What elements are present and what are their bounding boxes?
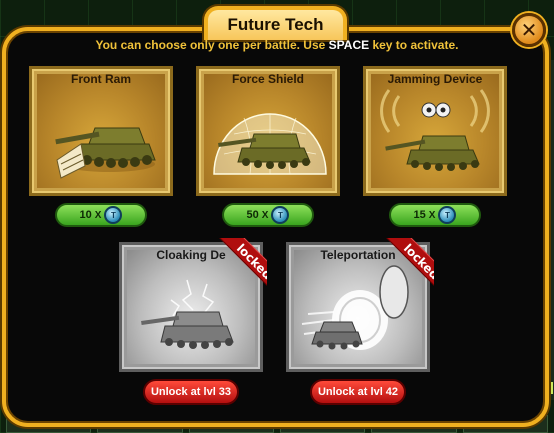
unlock-button[interactable]: Unlock at lvl 33 [143, 379, 239, 405]
instructions-suffix: key to activate. [369, 38, 459, 52]
locked-ribbon: locked [205, 238, 267, 300]
tech-card-front-ram[interactable]: Front Ram 10 X T [29, 66, 173, 230]
tech-card-cloaking-device: Cloaking De locked Unlock at lvl 33 [119, 238, 267, 406]
card-frame: Force Shield [196, 66, 340, 196]
unlock-button[interactable]: Unlock at lvl 42 [310, 379, 406, 405]
card-title: Front Ram [71, 72, 131, 86]
instructions-key: SPACE [328, 38, 370, 52]
cost-value: 10 [79, 209, 92, 221]
tech-card-jamming-device[interactable]: Jamming Device 15 X T [363, 66, 507, 230]
card-art-area [37, 74, 165, 188]
token-icon: T [438, 206, 457, 224]
cost-button[interactable]: 50 X T [222, 203, 314, 227]
jamming-device-tank-icon [380, 89, 490, 171]
force-shield-tank-icon [213, 113, 327, 175]
dialog-title-tab: Future Tech [204, 6, 347, 40]
tech-card-force-shield[interactable]: Force Shield 50 X T [196, 66, 340, 230]
tech-card-teleportation: Teleportation locked Unlock at lvl 42 [286, 238, 434, 406]
cost-multiplier: X [428, 209, 436, 221]
card-art-area [371, 74, 499, 188]
cost-button[interactable]: 10 X T [55, 203, 147, 227]
token-icon: T [271, 206, 290, 224]
cost-multiplier: X [94, 209, 102, 221]
close-icon: ✕ [520, 18, 538, 42]
card-frame: Front Ram [29, 66, 173, 196]
front-ram-tank-icon [55, 127, 156, 179]
cost-multiplier: X [261, 209, 269, 221]
dialog-title: Future Tech [227, 15, 324, 34]
card-title: Force Shield [231, 72, 305, 86]
card-title: Jamming Device [387, 72, 483, 86]
locked-ribbon: locked [372, 238, 434, 300]
cost-value: 15 [413, 209, 426, 221]
card-art-area [204, 74, 332, 188]
locked-label: locked [213, 238, 267, 300]
cost-value: 50 [246, 209, 259, 221]
token-icon: T [104, 206, 123, 224]
card-frame: Jamming Device [363, 66, 507, 196]
cost-button[interactable]: 15 X T [389, 203, 481, 227]
instructions-text: You can choose only one per battle. Use … [0, 38, 554, 52]
instructions-prefix: You can choose only one per battle. Use [95, 38, 329, 52]
locked-label: locked [380, 238, 434, 300]
